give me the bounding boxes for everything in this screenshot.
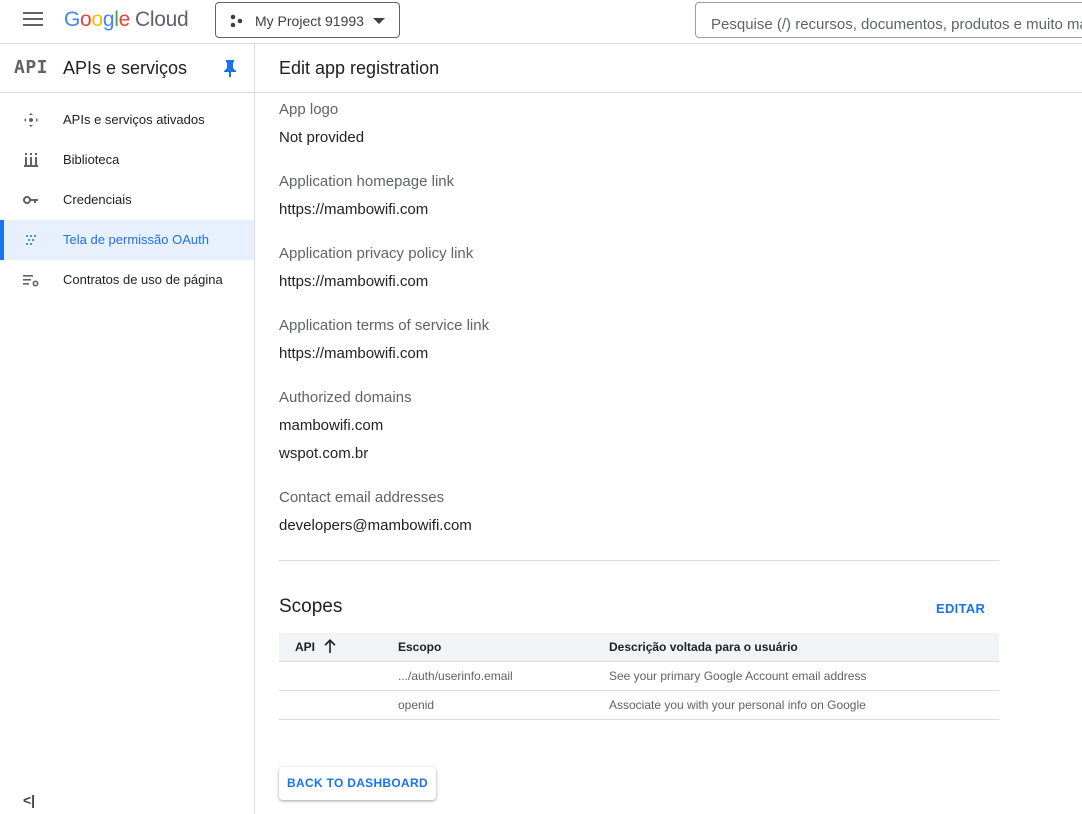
table-row: .../auth/userinfo.email See your primary… <box>279 662 999 691</box>
arrow-up-icon[interactable] <box>323 638 337 654</box>
sidebar-header: API APIs e serviços <box>0 44 254 93</box>
settings-list-icon <box>23 275 39 287</box>
sidebar-title: APIs e serviços <box>63 58 188 78</box>
logo-letter: o <box>91 8 103 31</box>
sidebar: API APIs e serviços APIs e serviços ativ… <box>0 44 255 814</box>
diamond-arrows-icon <box>24 113 38 127</box>
back-to-dashboard-button[interactable]: BACK TO DASHBOARD <box>279 767 436 800</box>
table-header: API Escopo Descrição voltada para o usuá… <box>279 633 999 662</box>
logo-letter: G <box>64 8 81 31</box>
sidebar-item-biblioteca[interactable]: Biblioteca <box>0 140 254 180</box>
divider <box>279 560 999 561</box>
scopes-title: Scopes <box>279 596 343 617</box>
google-cloud-logo[interactable]: Google Cloud <box>64 8 189 32</box>
sidebar-item-label: Biblioteca <box>63 152 120 167</box>
library-icon <box>24 153 38 167</box>
edit-scopes-button[interactable]: EDITAR <box>936 601 985 616</box>
app-logo-label: App logo <box>279 101 339 118</box>
contact-email-value: developers@mambowifi.com <box>279 517 472 534</box>
chevron-down-icon <box>373 18 385 24</box>
sidebar-item-label: APIs e serviços ativados <box>63 112 205 127</box>
main-header: Edit app registration <box>255 44 1082 93</box>
logo-letter: g <box>102 8 115 31</box>
table-row: openid Associate you with your personal … <box>279 691 999 720</box>
table-cell-escopo: openid <box>398 698 435 712</box>
sidebar-item-apis-ativados[interactable]: APIs e serviços ativados <box>0 100 254 140</box>
sidebar-item-label: Credenciais <box>63 192 132 207</box>
contact-email-label: Contact email addresses <box>279 489 445 506</box>
project-selector[interactable]: My Project 91993 <box>215 2 400 38</box>
homepage-link-label: Application homepage link <box>279 173 455 190</box>
scopes-table: API Escopo Descrição voltada para o usuá… <box>279 633 999 720</box>
authorized-domain-value: wspot.com.br <box>279 445 369 462</box>
top-bar: Google Cloud My Project 91993 <box>0 0 1082 44</box>
table-cell-descricao: Associate you with your personal info on… <box>609 698 866 712</box>
terms-of-service-value: https://mambowifi.com <box>279 345 429 362</box>
logo-letter: o <box>80 8 92 31</box>
page-title: Edit app registration <box>279 58 440 78</box>
column-header-api[interactable]: API <box>295 640 315 654</box>
pin-icon[interactable] <box>223 59 237 77</box>
homepage-link-value: https://mambowifi.com <box>279 201 429 218</box>
sidebar-item-credenciais[interactable]: Credenciais <box>0 180 254 220</box>
app-logo-value: Not provided <box>279 129 365 146</box>
logo-letter: e <box>118 8 131 31</box>
search-input[interactable] <box>695 2 1082 38</box>
column-header-descricao: Descrição voltada para o usuário <box>609 640 798 654</box>
authorized-domain-value: mambowifi.com <box>279 417 384 434</box>
project-name: My Project 91993 <box>255 13 364 29</box>
logo-cloud-text: Cloud <box>134 8 189 31</box>
key-icon <box>23 196 38 204</box>
column-header-escopo: Escopo <box>398 640 442 654</box>
api-badge-icon: API <box>14 57 49 78</box>
terms-of-service-label: Application terms of service link <box>279 317 490 334</box>
sidebar-item-label: Tela de permissão OAuth <box>63 232 209 247</box>
sidebar-item-oauth[interactable]: Tela de permissão OAuth <box>0 220 254 260</box>
sidebar-item-contratos[interactable]: Contratos de uso de página <box>0 260 254 300</box>
dots-grid-icon <box>26 235 36 245</box>
collapse-sidebar-icon[interactable]: <| <box>23 792 35 808</box>
table-cell-escopo: .../auth/userinfo.email <box>398 669 513 683</box>
project-icon <box>230 14 243 28</box>
table-cell-descricao: See your primary Google Account email ad… <box>609 669 867 683</box>
authorized-domains-label: Authorized domains <box>279 389 412 406</box>
privacy-policy-value: https://mambowifi.com <box>279 273 429 290</box>
privacy-policy-label: Application privacy policy link <box>279 245 474 262</box>
menu-icon[interactable] <box>23 12 43 28</box>
sidebar-item-label: Contratos de uso de página <box>63 272 223 287</box>
